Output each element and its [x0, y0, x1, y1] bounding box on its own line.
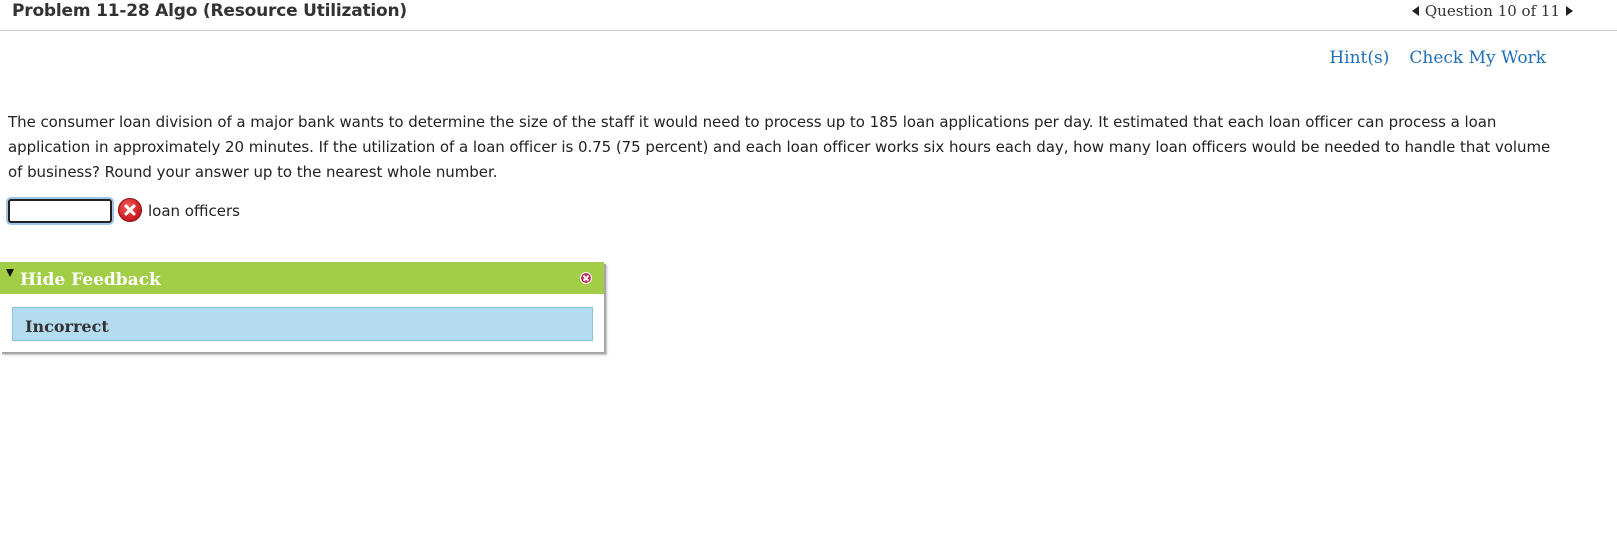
hints-link[interactable]: Hint(s): [1329, 48, 1389, 68]
header-bar: Problem 11-28 Algo (Resource Utilization…: [0, 0, 1617, 31]
page-title: Problem 11-28 Algo (Resource Utilization…: [12, 1, 408, 21]
close-feedback-icon[interactable]: [580, 272, 592, 284]
feedback-result-text: Incorrect: [25, 317, 109, 336]
feedback-result-box: Incorrect: [12, 307, 593, 341]
action-links: Hint(s) Check My Work: [1329, 48, 1546, 68]
hide-feedback-toggle[interactable]: Hide Feedback: [0, 262, 604, 294]
question-navigator: Question 10 of 11: [1411, 2, 1573, 20]
answer-input[interactable]: [8, 199, 112, 223]
question-text: The consumer loan division of a major ba…: [8, 113, 1551, 181]
error-x-icon: [118, 197, 142, 222]
feedback-panel: Hide Feedback Incorrect: [0, 262, 604, 352]
collapse-triangle-icon: [6, 269, 14, 277]
answer-row: loan officers: [8, 196, 240, 223]
next-question-icon[interactable]: [1566, 6, 1573, 16]
answer-unit-label: loan officers: [148, 202, 240, 220]
feedback-toggle-label: Hide Feedback: [20, 270, 161, 290]
previous-question-icon[interactable]: [1411, 6, 1419, 16]
check-my-work-link[interactable]: Check My Work: [1409, 48, 1546, 68]
question-position: Question 10 of 11: [1424, 2, 1560, 20]
